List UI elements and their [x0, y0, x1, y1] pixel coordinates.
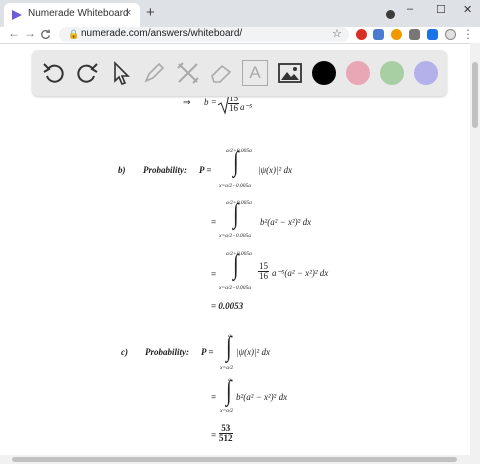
- vertical-scrollbar-thumb[interactable]: [472, 62, 478, 128]
- c-result-fraction: 53 512: [219, 424, 233, 443]
- address-bar-row: ← → 🔒 numerade.com/answers/whiteboard/ ☆…: [0, 26, 480, 44]
- c-result-den: 512: [219, 433, 233, 443]
- minimize-button[interactable]: –: [407, 3, 413, 15]
- b1-integral: ∫: [233, 146, 239, 178]
- b2-eq: =: [211, 217, 217, 227]
- new-tab-button[interactable]: +: [146, 4, 155, 21]
- c1-lower-limit: x=a/2: [220, 365, 234, 371]
- tab-close-icon[interactable]: ×: [125, 7, 131, 19]
- b1-integrand: |ψ(x)|² dx: [258, 165, 292, 175]
- b-result: = 0.0053: [211, 301, 244, 311]
- extension-orange-icon[interactable]: [391, 29, 402, 40]
- color-lavender-swatch[interactable]: [414, 61, 438, 85]
- url-text[interactable]: numerade.com/answers/whiteboard/: [81, 28, 242, 39]
- implies-arrow: ⇒: [183, 97, 191, 107]
- whiteboard-toolbar: A: [32, 50, 447, 96]
- eraser-icon[interactable]: [208, 60, 234, 86]
- omnibox[interactable]: 🔒 numerade.com/answers/whiteboard/ ☆: [59, 27, 349, 42]
- maximize-button[interactable]: ☐: [436, 3, 446, 16]
- c1-integrand: |ψ(x)|² dx: [236, 347, 270, 357]
- b3-integral: ∫: [233, 249, 239, 281]
- c2-integrand: b²(a² − x²)² dx: [236, 392, 288, 402]
- tab-title: Numerade Whiteboard: [28, 8, 129, 19]
- media-control-icon[interactable]: [427, 29, 438, 40]
- profile-avatar-icon[interactable]: [445, 29, 456, 40]
- tools-icon[interactable]: [175, 60, 201, 86]
- part-b-label: b): [118, 165, 126, 175]
- color-pink-swatch[interactable]: [346, 61, 370, 85]
- b3-fraction: 15 16: [258, 262, 269, 281]
- b1-lower-limit: x=a/2−0.005a: [219, 183, 252, 189]
- bookmark-star-icon[interactable]: ☆: [332, 27, 342, 40]
- extension-blue-icon[interactable]: [373, 29, 384, 40]
- part-b-probability: Probability:: [143, 165, 187, 175]
- color-black-swatch[interactable]: [312, 61, 336, 85]
- b3-frac-den: 16: [259, 271, 268, 281]
- menu-icon[interactable]: ⋮: [462, 27, 474, 41]
- c2-integral: ∫: [226, 375, 232, 407]
- c2-eq: =: [211, 392, 217, 402]
- b2-integral: ∫: [233, 198, 239, 230]
- b3-upper-limit: a/2+0.005a: [226, 251, 252, 257]
- top-tail: a⁻⁵: [240, 102, 253, 112]
- b1-upper-limit: a/2+0.005a: [226, 148, 252, 154]
- c1-integral: ∫: [226, 331, 232, 363]
- top-fraction: 15 16: [228, 97, 239, 113]
- part-b-P-eq: P =: [199, 165, 212, 175]
- pointer-icon[interactable]: [108, 60, 134, 86]
- top-frac-den: 16: [229, 103, 238, 113]
- redo-icon[interactable]: [74, 60, 100, 86]
- c-result-eq: =: [211, 430, 217, 440]
- back-button[interactable]: ←: [8, 26, 20, 40]
- b2-upper-limit: a/2+0.005a: [226, 200, 252, 206]
- tab-strip: Numerade Whiteboard × + – ☐ ✕: [0, 0, 480, 27]
- lock-icon: 🔒: [68, 29, 80, 39]
- whiteboard-canvas[interactable]: ⇒ b = 15 16 a⁻⁵ b) Probability: P = a/2+0…: [0, 97, 470, 455]
- undo-icon[interactable]: [41, 60, 67, 86]
- pen-icon[interactable]: [141, 60, 167, 86]
- part-c-label: c): [121, 347, 128, 357]
- horizontal-scrollbar-thumb[interactable]: [12, 457, 457, 462]
- b2-lower-limit: x=a/2−0.005a: [219, 233, 252, 239]
- reload-icon[interactable]: [40, 29, 51, 40]
- forward-button[interactable]: →: [24, 26, 36, 40]
- browser-tab[interactable]: Numerade Whiteboard ×: [4, 3, 140, 27]
- extensions-puzzle-icon[interactable]: [409, 29, 420, 40]
- c2-lower-limit: x=a/2: [220, 408, 234, 414]
- b-equals: b =: [204, 97, 217, 107]
- record-indicator-icon: [386, 10, 395, 19]
- part-c-P-eq: P =: [201, 347, 214, 357]
- extension-red-icon[interactable]: [356, 29, 367, 40]
- part-c-probability: Probability:: [145, 347, 189, 357]
- b3-lower-limit: x=a/2−0.005a: [219, 285, 252, 291]
- close-window-button[interactable]: ✕: [463, 3, 472, 16]
- b3-integrand: a⁻⁵(a² − x²)² dx: [272, 268, 329, 278]
- image-icon[interactable]: [277, 60, 303, 86]
- color-green-swatch[interactable]: [380, 61, 404, 85]
- text-tool-icon[interactable]: A: [242, 60, 268, 86]
- numerade-favicon-icon: [12, 10, 22, 20]
- b3-eq: =: [211, 269, 217, 279]
- b2-integrand: b²(a² − x²)² dx: [260, 217, 312, 227]
